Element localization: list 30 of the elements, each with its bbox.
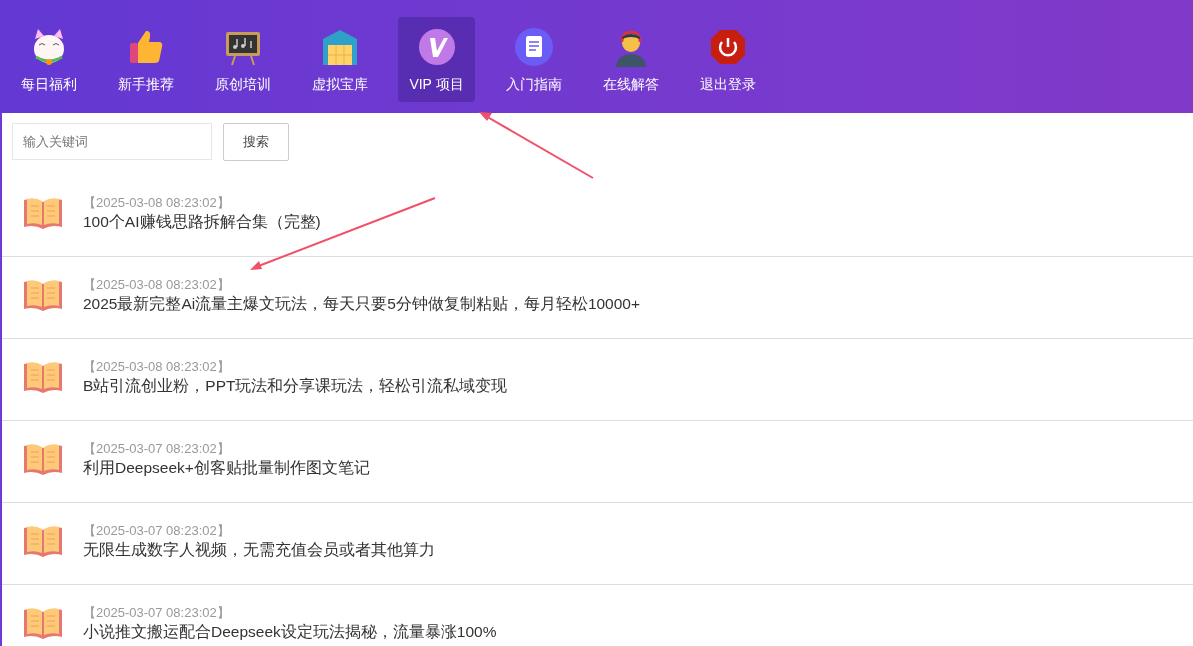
nav-item[interactable]: 退出登录 [689,17,766,102]
article-link[interactable]: B站引流创业粉，PPT玩法和分享课玩法，轻松引流私域变现 [83,375,508,397]
document-icon [513,27,554,67]
nav-item[interactable]: 虚拟宝库 [301,17,378,102]
article-date: 【2025-03-08 08:23:02】 [83,276,231,293]
book-icon [22,279,64,313]
nav-item[interactable]: 新手推荐 [107,17,184,102]
article-link[interactable]: 2025最新完整Ai流量主爆文玩法，每天只要5分钟做复制粘贴，每月轻松10000+ [83,293,641,315]
article-date: 【2025-03-07 08:23:02】 [83,522,231,539]
article-date: 【2025-03-07 08:23:02】 [83,440,231,457]
v-badge-icon [416,27,457,67]
article-link[interactable]: 100个AI赚钱思路拆解合集（完整) [83,211,321,233]
book-icon [22,525,64,559]
book-icon [22,443,64,477]
book-icon [22,607,64,641]
nav-item[interactable]: 入门指南 [495,17,572,102]
nav-item[interactable]: 每日福利 [10,17,87,102]
nav-item[interactable]: 在线解答 [592,17,669,102]
article-date: 【2025-03-08 08:23:02】 [83,194,231,211]
book-icon [22,197,64,231]
nav-item[interactable]: VIP 项目 [398,17,475,102]
search-button[interactable]: 搜索 [223,123,289,161]
search-field[interactable]: 输入关键词 [12,123,212,160]
article-date: 【2025-03-08 08:23:02】 [83,358,231,375]
article-date: 【2025-03-07 08:23:02】 [83,604,231,621]
article-link[interactable]: 小说推文搬运配合Deepseek设定玩法揭秘，流量暴涨100% [83,621,497,643]
book-icon [22,361,64,395]
article-link[interactable]: 无限生成数字人视频，无需充值会员或者其他算力 [83,539,435,561]
nav-item[interactable]: 原创培训 [204,17,281,102]
article-link[interactable]: 利用Deepseek+创客贴批量制作图文笔记 [83,457,370,479]
